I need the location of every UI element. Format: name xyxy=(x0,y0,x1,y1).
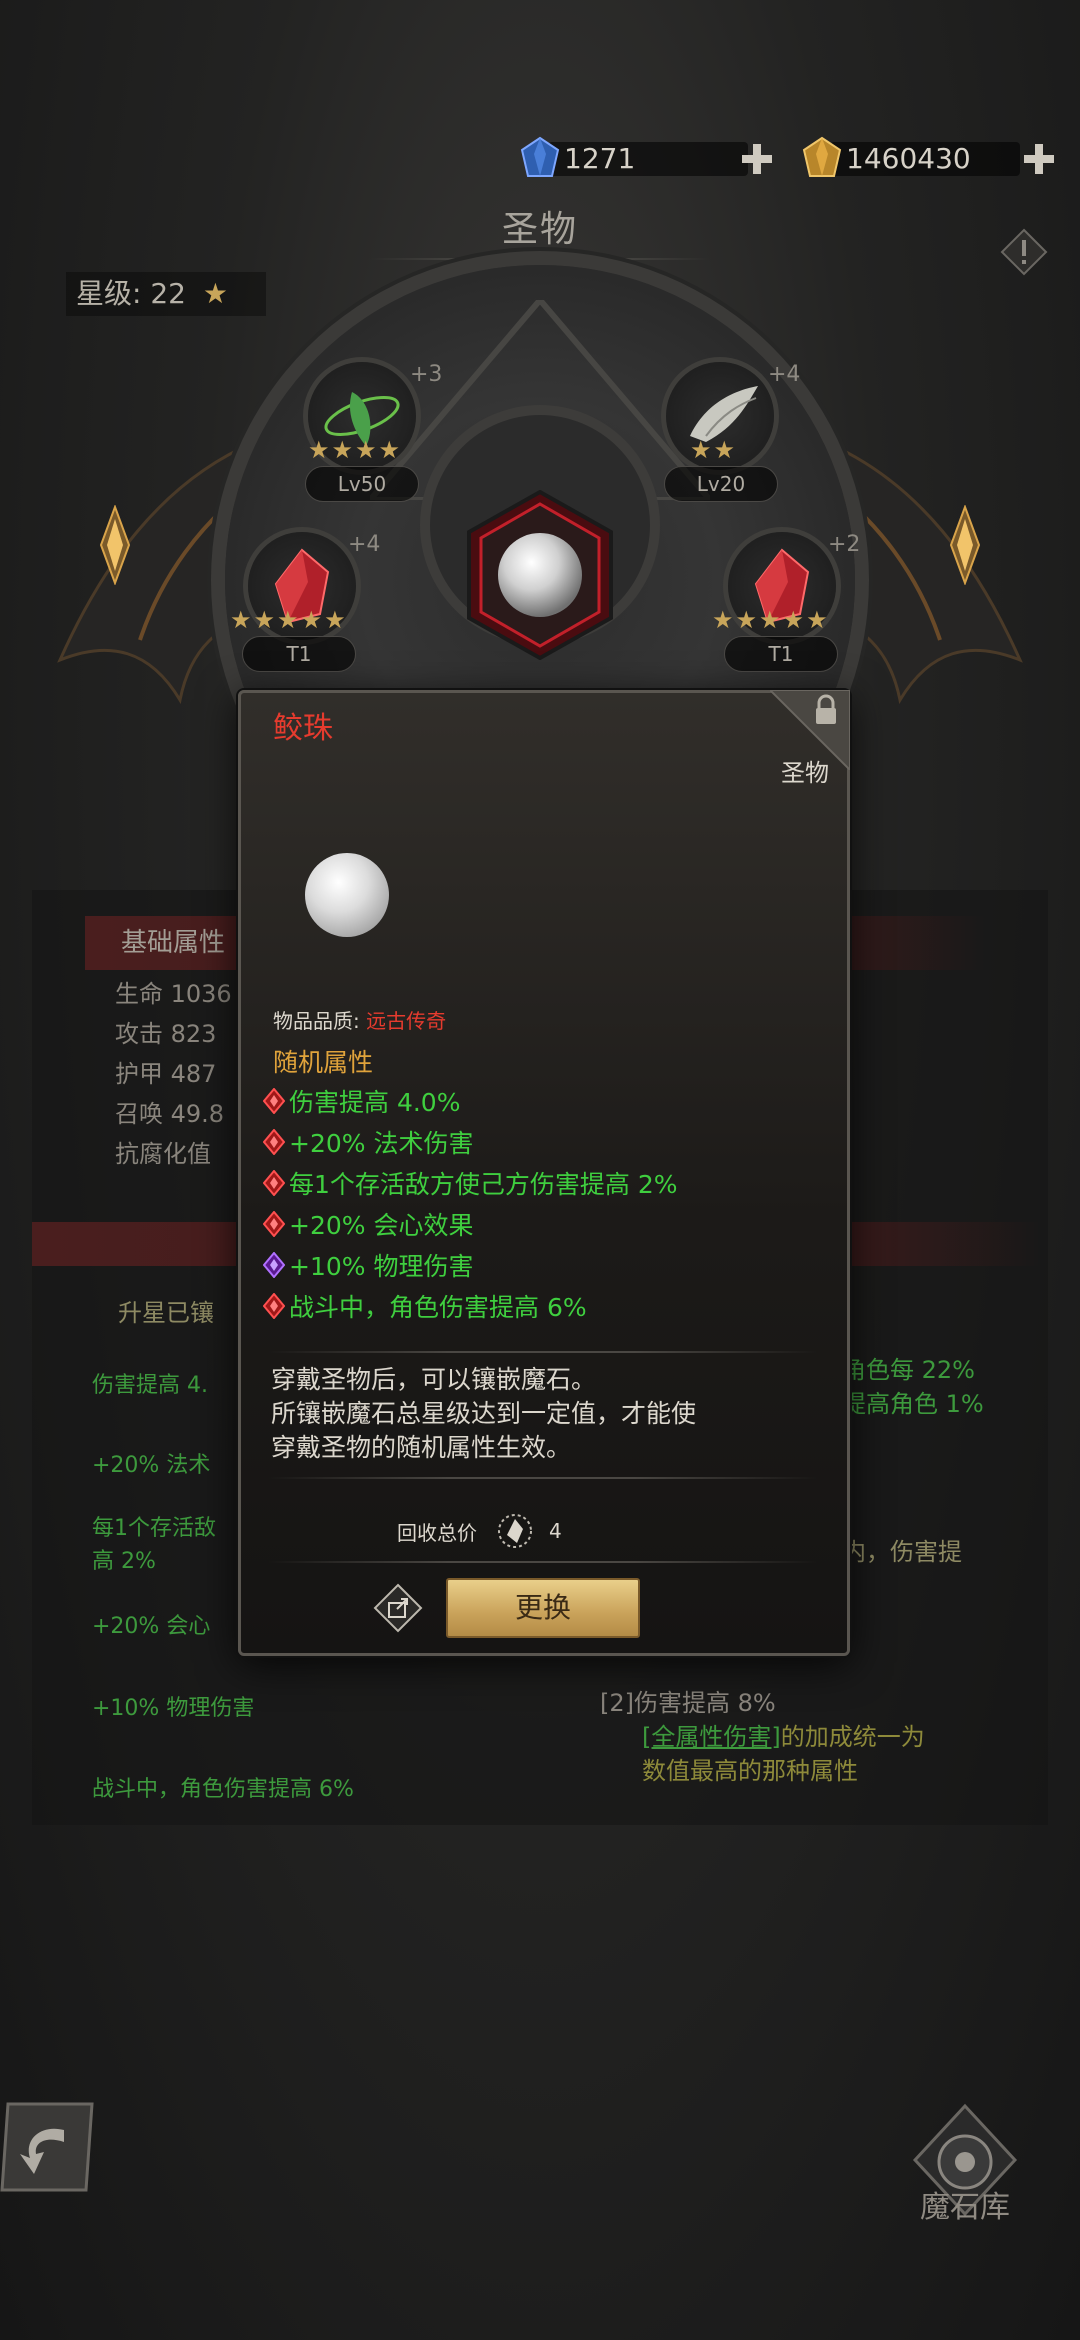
right-frag-3: 提高角色 1% xyxy=(842,1390,984,1418)
blue-gem-icon xyxy=(520,136,560,177)
item-quality: 物品品质: 远古传奇 xyxy=(273,1005,446,1034)
divider xyxy=(269,1477,817,1479)
title-divider xyxy=(370,258,710,260)
gem-count: 1271 xyxy=(548,142,748,176)
bg-attr-2: +20% 法术 xyxy=(92,1453,211,1478)
add-gem-button[interactable] xyxy=(740,142,774,176)
attr-row: +10% 物理伤害 xyxy=(263,1247,473,1283)
desc-line-2: 所镶嵌魔石总星级达到一定值，才能使 xyxy=(271,1399,697,1428)
red-gem-icon xyxy=(263,1170,285,1196)
divider xyxy=(269,1351,817,1353)
change-button[interactable]: 更换 xyxy=(446,1578,640,1638)
star-level-value: 22 xyxy=(150,277,186,310)
attr-text: +10% 物理伤害 xyxy=(289,1252,474,1281)
share-icon[interactable] xyxy=(373,1583,423,1633)
stat-hp: 生命 1036 xyxy=(115,980,232,1008)
warehouse-label[interactable]: 魔石库 xyxy=(900,2182,1030,2226)
slot-plus-1: +3 xyxy=(410,362,443,387)
right-link-line: [全属性伤害]的加成统一为 xyxy=(642,1717,925,1752)
star-level-label: 星级: xyxy=(76,277,142,310)
gold-gem-icon xyxy=(802,136,842,177)
red-gem-icon xyxy=(263,1129,285,1155)
right-flame-icon xyxy=(949,505,981,585)
desc-line-1: 穿戴圣物后，可以镶嵌魔石。 xyxy=(271,1365,597,1394)
back-button[interactable] xyxy=(0,2100,95,2195)
bg-attr-6: 战斗中，角色伤害提高 6% xyxy=(92,1777,354,1802)
right-set-bonus: [2]伤害提高 8% xyxy=(600,1689,776,1717)
attr-row: +20% 法术伤害 xyxy=(263,1124,473,1160)
slot-plus-4: +2 xyxy=(828,532,861,557)
right-frag-2: 角色每 22% xyxy=(842,1356,975,1384)
star-icon: ★ xyxy=(202,277,228,310)
stat-corruption: 抗腐化值 xyxy=(115,1140,211,1168)
red-gem-icon xyxy=(263,1088,285,1114)
left-flame-icon xyxy=(99,505,131,585)
recycle-price: 回收总价 4 xyxy=(397,1511,562,1551)
divider xyxy=(269,1561,817,1563)
attr-row: 战斗中，角色伤害提高 6% xyxy=(263,1288,587,1324)
gem-currency: 1271 xyxy=(520,136,772,178)
quality-label: 物品品质: xyxy=(273,1009,360,1033)
bg-attr-5: +10% 物理伤害 xyxy=(92,1696,255,1721)
slot-stars-2: ★★ xyxy=(690,436,738,464)
attr-text: +20% 法术伤害 xyxy=(289,1129,474,1158)
attr-text: 每1个存活敌方使己方伤害提高 2% xyxy=(289,1170,678,1199)
desc-line-3: 穿戴圣物的随机属性生效。 xyxy=(271,1433,572,1462)
recycle-label: 回收总价 xyxy=(397,1520,477,1545)
random-attr-title: 随机属性 xyxy=(273,1048,374,1077)
slot-level-1: Lv50 xyxy=(305,466,419,502)
recycle-value: 4 xyxy=(549,1519,562,1543)
right-link-line2: 数值最高的那种属性 xyxy=(642,1757,858,1785)
quality-value: 远古传奇 xyxy=(366,1009,447,1033)
upgrade-label: 升星已镶 xyxy=(118,1299,214,1327)
star-level-badge: 星级: 22 ★ xyxy=(66,272,266,316)
purple-gem-icon xyxy=(263,1252,285,1278)
add-gold-button[interactable] xyxy=(1022,142,1056,176)
all-damage-link[interactable]: [全属性伤害] xyxy=(642,1723,781,1751)
gold-count: 1460430 xyxy=(830,142,1020,176)
red-gem-icon xyxy=(263,1293,285,1319)
attr-row: 伤害提高 4.0% xyxy=(263,1083,460,1119)
bg-attr-4: +20% 会心 xyxy=(92,1614,211,1639)
item-description: 穿戴圣物后，可以镶嵌魔石。 所镶嵌魔石总星级达到一定值，才能使 穿戴圣物的随机属… xyxy=(271,1363,821,1465)
slot-stars-4: ★★★★★ xyxy=(712,606,830,634)
slot-level-2: Lv20 xyxy=(664,466,778,502)
bg-attr-3: 每1个存活敌 xyxy=(92,1516,216,1541)
slot-level-3: T1 xyxy=(242,636,356,672)
stat-summon: 召唤 49.8 xyxy=(115,1100,225,1128)
item-detail-popup: 鲛珠 圣物 物品品质: 远古传奇 随机属性 伤害提高 4.0% +20% 法术伤… xyxy=(238,690,850,1656)
slot-stars-1: ★★★★ xyxy=(308,436,403,464)
attr-text: +20% 会心效果 xyxy=(289,1211,474,1240)
center-relic-slot[interactable] xyxy=(465,490,615,660)
bg-attr-1: 伤害提高 4. xyxy=(92,1373,208,1398)
info-icon[interactable] xyxy=(1000,228,1048,276)
gold-currency: 1460430 xyxy=(802,136,1054,178)
pearl-item-icon xyxy=(305,853,389,937)
bg-attr-3b: 高 2% xyxy=(92,1549,156,1574)
item-name: 鲛珠 xyxy=(273,711,333,746)
attr-row: 每1个存活敌方使己方伤害提高 2% xyxy=(263,1165,678,1201)
stat-armor: 护甲 487 xyxy=(115,1060,217,1088)
slot-level-4: T1 xyxy=(724,636,838,672)
attr-text: 伤害提高 4.0% xyxy=(289,1088,461,1117)
slot-stars-3: ★★★★★ xyxy=(230,606,348,634)
attr-text: 战斗中，角色伤害提高 6% xyxy=(289,1293,587,1322)
stat-attack: 攻击 823 xyxy=(115,1020,217,1048)
item-type: 圣物 xyxy=(781,759,829,787)
attr-row: +20% 会心效果 xyxy=(263,1206,473,1242)
slot-plus-2: +4 xyxy=(768,362,801,387)
slot-plus-3: +4 xyxy=(348,532,381,557)
magic-stone-icon xyxy=(498,1514,532,1548)
right-link-tail: 的加成统一为 xyxy=(780,1723,925,1751)
right-frag-5: 内，伤害提 xyxy=(842,1538,962,1566)
red-gem-icon xyxy=(263,1211,285,1237)
page-title: 圣物 xyxy=(501,209,578,250)
